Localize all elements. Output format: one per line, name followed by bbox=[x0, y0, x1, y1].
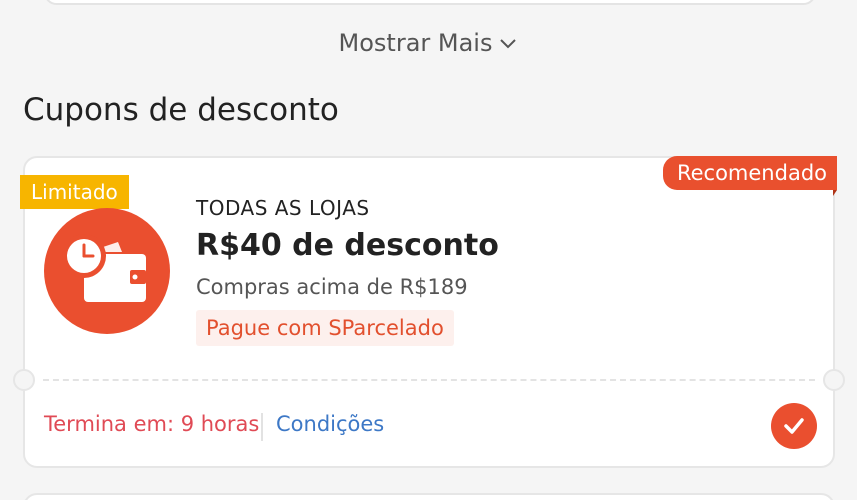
payment-tag: Pague com SParcelado bbox=[196, 310, 454, 346]
previous-card bbox=[44, 0, 816, 5]
next-card bbox=[23, 493, 835, 500]
conditions-link[interactable]: Condições bbox=[276, 412, 384, 436]
show-more-button[interactable]: Mostrar Mais bbox=[0, 26, 857, 60]
chevron-down-icon bbox=[500, 39, 517, 49]
limited-badge: Limitado bbox=[20, 175, 129, 209]
coupon-notch-right bbox=[823, 369, 845, 391]
recommended-badge: Recomendado bbox=[662, 156, 838, 196]
check-icon bbox=[784, 418, 804, 434]
footer-separator bbox=[261, 413, 263, 441]
coupon-notch-left bbox=[13, 369, 35, 391]
show-more-label: Mostrar Mais bbox=[338, 29, 493, 57]
section-title: Cupons de desconto bbox=[23, 92, 339, 128]
coupon-card[interactable]: Limitado Recomendado TODAS AS LOJAS R$40… bbox=[13, 156, 845, 468]
coupon-store: TODAS AS LOJAS bbox=[196, 196, 370, 220]
coupon-min-purchase: Compras acima de R$189 bbox=[196, 275, 468, 299]
coupon-discount: R$40 de desconto bbox=[196, 228, 499, 263]
selected-check-button[interactable] bbox=[771, 403, 817, 449]
expiry-text: Termina em: 9 horas bbox=[44, 412, 260, 436]
clock-wallet-icon bbox=[44, 208, 170, 334]
coupon-divider bbox=[43, 379, 815, 381]
